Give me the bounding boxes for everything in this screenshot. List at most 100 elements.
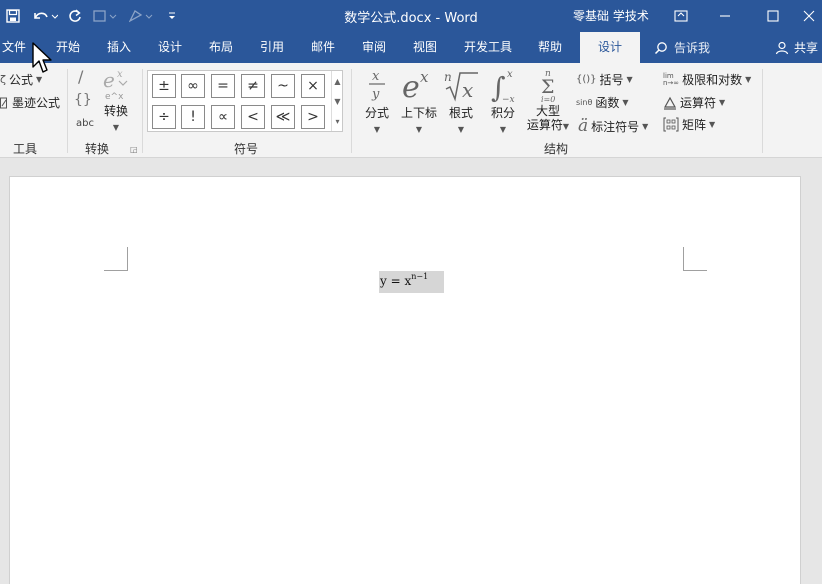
tab-design[interactable]: 设计 [152, 32, 188, 63]
normal-text-button[interactable]: abc [76, 118, 94, 129]
svg-text:e^x: e^x [105, 92, 124, 101]
tab-references[interactable]: 引用 [254, 32, 290, 63]
large-operator-button[interactable]: n Σ i=0 大型 运算符▼ [524, 67, 572, 132]
symbol-factorial[interactable]: ! [181, 105, 205, 129]
ribbon: ζ 公式 ▼ 墨迹公式 工具 / {} abc e x e^x 转换 ▼ 转换 … [0, 63, 822, 158]
maximize-icon[interactable] [760, 4, 786, 28]
pi-icon: ζ [0, 73, 6, 86]
tell-me-box[interactable]: 告诉我 [654, 32, 710, 63]
operator-button[interactable]: 运算符 ▼ [663, 94, 725, 111]
svg-text:x: x [462, 78, 473, 102]
tab-view[interactable]: 视图 [407, 32, 443, 63]
tab-review[interactable]: 审阅 [356, 32, 392, 63]
linear-format-icon[interactable]: / [78, 67, 83, 86]
accent-button[interactable]: ä 标注符号 ▼ [578, 116, 648, 136]
share-button[interactable]: 共享 [775, 32, 818, 63]
svg-text:−x: −x [502, 95, 515, 103]
ribbon-display-icon[interactable] [668, 4, 694, 28]
chevron-down-icon: ▼ [745, 75, 752, 84]
customize-icon[interactable] [164, 6, 180, 26]
undo-icon[interactable] [30, 6, 60, 26]
gallery-scroll-up-icon[interactable]: ▲ [331, 71, 343, 91]
svg-text:e: e [103, 68, 115, 92]
svg-text:x: x [117, 69, 123, 80]
radical-button[interactable]: n x 根式 ▼ [443, 67, 479, 135]
symbol-tilde[interactable]: ~ [271, 74, 295, 98]
tab-equation-design[interactable]: 设计 [580, 32, 640, 63]
gallery-more-icon[interactable]: ▾ [331, 111, 343, 131]
ink-equation-button[interactable]: 墨迹公式 [0, 94, 60, 111]
tab-insert[interactable]: 插入 [101, 32, 137, 63]
script-label: 上下标 [400, 106, 437, 120]
limit-icon: lim n→∞ [663, 71, 680, 87]
save-icon[interactable] [4, 6, 22, 26]
script-icon: e x [402, 68, 429, 105]
tab-file[interactable]: 文件 [0, 32, 28, 63]
dialog-launcher-icon[interactable]: ◲ [130, 145, 138, 154]
chevron-down-icon: ▼ [112, 123, 120, 132]
integral-button[interactable]: x ∫ −x 积分 ▼ [486, 67, 520, 135]
matrix-button[interactable]: 矩阵 ▼ [663, 116, 715, 133]
symbol-gallery: ± ∞ = ≠ ~ × ÷ ! ∝ < ≪ > ▲ ▼ ▾ [147, 70, 343, 132]
convert-label: 转换 [103, 104, 128, 118]
minimize-icon[interactable] [712, 4, 738, 28]
document-title: 数学公式.docx - Word [344, 11, 478, 26]
chevron-down-icon: ▼ [562, 122, 570, 131]
chevron-down-icon: ▼ [642, 121, 649, 131]
professional-format-icon[interactable]: {} [74, 92, 92, 108]
format-painter-icon[interactable] [128, 6, 158, 26]
limit-log-button[interactable]: lim n→∞ 极限和对数 ▼ [663, 71, 751, 88]
fraction-label: 分式 [364, 106, 389, 120]
tab-home[interactable]: 开始 [50, 32, 86, 63]
symbol-not-equal[interactable]: ≠ [241, 74, 265, 98]
equation-label: 公式 [8, 73, 33, 87]
share-label: 共享 [794, 41, 819, 55]
tell-me-label: 告诉我 [674, 41, 711, 55]
tab-mailings[interactable]: 邮件 [305, 32, 341, 63]
equation-object[interactable]: y = xn−1 [379, 271, 444, 293]
group-divider [762, 69, 763, 153]
fraction-button[interactable]: x y 分式 ▼ [362, 67, 392, 135]
symbols-group-label: 符号 [234, 142, 259, 156]
accent-icon: ä [578, 116, 589, 136]
tab-developer[interactable]: 开发工具 [458, 32, 518, 63]
script-button[interactable]: e x 上下标 ▼ [398, 67, 440, 135]
ink-equation-label: 墨迹公式 [12, 96, 61, 110]
tab-layout[interactable]: 布局 [203, 32, 239, 63]
fraction-icon: x y [369, 69, 385, 102]
document-page[interactable]: y = xn−1 [9, 176, 801, 584]
bracket-label: 括号 [599, 73, 624, 87]
symbol-much-less-than[interactable]: ≪ [271, 105, 295, 129]
equation-base: y = x [380, 274, 412, 288]
svg-text:n: n [444, 70, 452, 84]
margin-mark-left [104, 247, 128, 271]
symbol-equals[interactable]: = [211, 74, 235, 98]
touch-mode-icon[interactable] [92, 6, 122, 26]
gallery-scroll-down-icon[interactable]: ▼ [331, 91, 343, 111]
user-name[interactable]: 零基础 学技术 [573, 7, 649, 24]
convert-button[interactable]: e x e^x 转换 ▼ [100, 67, 132, 133]
symbol-greater-than[interactable]: > [301, 105, 325, 129]
bracket-button[interactable]: {()} 括号 ▼ [576, 71, 633, 88]
function-button[interactable]: sinθ 函数 ▼ [576, 94, 629, 111]
large-operator-label-1: 大型 [535, 104, 560, 118]
symbol-divide[interactable]: ÷ [152, 105, 176, 129]
symbol-times[interactable]: × [301, 74, 325, 98]
svg-text:y: y [371, 87, 380, 102]
symbol-infinity[interactable]: ∞ [181, 74, 205, 98]
symbol-proportional[interactable]: ∝ [211, 105, 235, 129]
redo-icon[interactable] [66, 6, 84, 26]
chevron-down-icon: ▼ [626, 75, 633, 84]
tab-help[interactable]: 帮助 [532, 32, 568, 63]
mouse-pointer-icon [32, 42, 54, 77]
operator-icon [663, 96, 677, 110]
symbol-less-than[interactable]: < [241, 105, 265, 129]
chevron-down-icon: ▼ [709, 120, 716, 129]
person-icon [775, 41, 789, 54]
symbol-plus-minus[interactable]: ± [152, 74, 176, 98]
group-divider [67, 69, 68, 153]
search-icon [654, 41, 667, 54]
function-label: 函数 [595, 96, 620, 110]
close-icon[interactable] [796, 4, 822, 28]
svg-text:e: e [402, 70, 420, 103]
